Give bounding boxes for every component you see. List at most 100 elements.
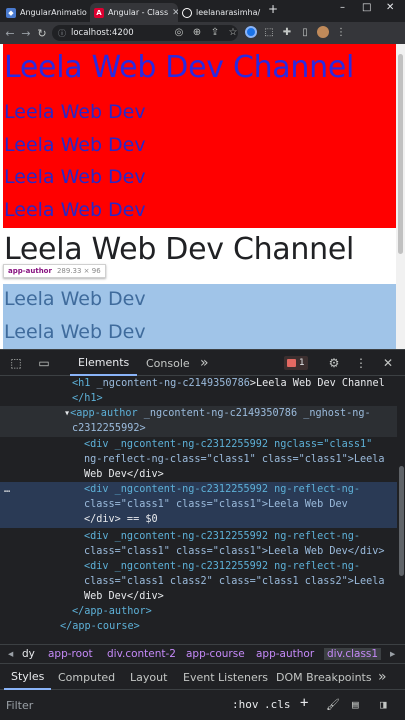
tab-computed[interactable]: Computed: [58, 664, 115, 690]
breadcrumb-app-course[interactable]: app-course: [186, 648, 245, 660]
breadcrumb-div-class1[interactable]: div.class1: [324, 648, 382, 660]
error-badge[interactable]: 1: [284, 356, 308, 370]
dom-node-div-1-l3[interactable]: Web Dev</div>: [84, 467, 164, 482]
paint-brush-icon[interactable]: 🖌: [326, 698, 340, 711]
filter-input[interactable]: Filter: [6, 697, 196, 714]
tooltip-element-name: app-author: [8, 267, 52, 275]
author-line-1: Leela Web Dev: [4, 288, 146, 310]
tab-event-listeners[interactable]: Event Listeners: [183, 664, 268, 690]
tab-angular-class[interactable]: A Angular - Class ✕: [90, 3, 178, 22]
reload-button[interactable]: ↻: [34, 27, 50, 40]
devtools-panel: ⬚ ▭ Elements Console » 1 ⚙ ⋮ ✕ <h1 _ngco…: [0, 349, 405, 720]
dom-scrollbar[interactable]: [397, 376, 405, 644]
github-favicon-icon: [182, 7, 192, 18]
more-tabs-button[interactable]: »: [200, 350, 209, 376]
more-subtabs-button[interactable]: »: [378, 664, 387, 690]
back-button[interactable]: ←: [2, 27, 18, 40]
close-window-button[interactable]: ✕: [386, 2, 394, 13]
tab-console[interactable]: Console: [146, 350, 190, 376]
row-ellipsis[interactable]: …: [4, 482, 10, 497]
breadcrumb-scroll-left-icon[interactable]: ◂: [8, 648, 13, 660]
dom-node-div-4[interactable]: <div _ngcontent-ng-c2312255992 ng-reflec…: [84, 559, 360, 574]
dom-tree: <h1 _ngcontent-ng-c2149350786>Leela Web …: [0, 376, 405, 644]
dom-node-div-4-l3[interactable]: Web Dev</div>: [84, 589, 164, 604]
tab-dom-breakpoints[interactable]: DOM Breakpoints: [276, 664, 372, 690]
tab-angular-animation[interactable]: ◆ AngularAnimatio ✕: [2, 3, 90, 22]
breadcrumb-scroll-right-icon[interactable]: ▸: [390, 648, 395, 660]
menu-kebab-icon[interactable]: ⋮: [334, 25, 348, 39]
zoom-icon[interactable]: ⊕: [190, 25, 204, 39]
inspect-element-icon[interactable]: ⬚: [8, 355, 24, 371]
devtools-menu-icon[interactable]: ⋮: [353, 355, 369, 371]
dom-node-h1[interactable]: <h1 _ngcontent-ng-c2149350786>Leela Web …: [72, 376, 385, 391]
close-devtools-icon[interactable]: ✕: [380, 355, 396, 371]
dom-node-div-2-selected[interactable]: <div _ngcontent-ng-c2312255992 ng-reflec…: [84, 482, 360, 497]
extension-blue-icon[interactable]: [244, 25, 258, 39]
error-count: 1: [299, 358, 305, 368]
dom-node-app-author-cont[interactable]: c2312255992>: [72, 421, 146, 436]
error-icon: [287, 359, 296, 367]
tab-label: AngularAnimatio: [20, 8, 87, 17]
forward-button[interactable]: →: [18, 27, 34, 40]
maximize-button[interactable]: □: [362, 2, 371, 13]
red-line-2: Leela Web Dev: [4, 134, 146, 156]
toggle-sidebar-icon[interactable]: ◨: [380, 698, 387, 711]
tab-styles[interactable]: Styles: [4, 664, 52, 690]
dom-node-div-3[interactable]: <div _ngcontent-ng-c2312255992 ng-reflec…: [84, 529, 360, 544]
angular-favicon-icon: A: [94, 7, 104, 18]
dom-node-app-author[interactable]: ▾<app-author _ngcontent-ng-c2149350786 _…: [64, 406, 371, 421]
url-text: localhost:4200: [71, 28, 134, 38]
dom-node-app-author-close[interactable]: </app-author>: [72, 604, 152, 619]
dom-node-div-3-l2[interactable]: class="class1" class="class1">Leela Web …: [84, 544, 385, 559]
tooltip-dimensions: 289.33 × 96: [56, 267, 101, 275]
bookmark-star-icon[interactable]: ☆: [226, 25, 240, 39]
breadcrumb-div-content-2[interactable]: div.content-2: [107, 648, 176, 660]
device-toolbar-icon[interactable]: ▭: [36, 355, 52, 371]
profile-avatar[interactable]: [316, 25, 330, 39]
page-viewport: Leela Web Dev Channel Leela Web Dev Leel…: [0, 44, 396, 349]
google-lens-icon[interactable]: ◎: [172, 25, 186, 39]
tab-label: leelanarasimha/: [196, 8, 261, 17]
minimize-button[interactable]: –: [340, 2, 345, 13]
hov-toggle[interactable]: :hov: [232, 698, 259, 711]
dom-node-div-1-l2[interactable]: ng-reflect-ng-class="class1" class="clas…: [84, 452, 385, 467]
dom-node-div-1[interactable]: <div _ngcontent-ng-c2312255992 ngclass="…: [84, 437, 372, 452]
sidepanel-icon[interactable]: ▯: [298, 25, 312, 39]
cls-toggle[interactable]: .cls: [264, 698, 291, 711]
breadcrumb-app-author[interactable]: app-author: [256, 648, 314, 660]
extension-icon[interactable]: ⬚: [262, 25, 276, 39]
devtools-tabbar: ⬚ ▭ Elements Console » 1 ⚙ ⋮ ✕: [0, 350, 405, 376]
breadcrumb: ◂ dy app-root div.content-2 app-course a…: [0, 644, 405, 664]
dom-node-div-4-l2[interactable]: class="class1 class2" class="class1 clas…: [84, 574, 385, 589]
black-heading: Leela Web Dev Channel: [4, 232, 355, 267]
inspect-tooltip: app-author 289.33 × 96: [3, 264, 106, 278]
new-tab-button[interactable]: +: [268, 2, 278, 16]
breadcrumb-app-root[interactable]: app-root: [48, 648, 93, 660]
page-scrollbar[interactable]: [396, 44, 405, 349]
puzzle-icon[interactable]: ✚: [280, 25, 294, 39]
breadcrumb-body[interactable]: dy: [22, 648, 35, 660]
tab-layout[interactable]: Layout: [130, 664, 167, 690]
red-line-3: Leela Web Dev: [4, 166, 146, 188]
dom-node-div-2-l2[interactable]: class="class1" class="class1">Leela Web …: [84, 497, 348, 512]
computed-styles-icon[interactable]: ▤: [352, 698, 359, 711]
tab-github[interactable]: leelanarasimha/ ✕: [178, 3, 264, 22]
share-icon[interactable]: ⇪: [208, 25, 222, 39]
info-icon[interactable]: ⓘ: [58, 28, 66, 39]
browser-toolbar: ← → ↻ ⓘ localhost:4200 ◎ ⊕ ⇪ ☆ ⬚ ✚ ▯ ⋮: [0, 22, 405, 44]
dom-node-app-course-close[interactable]: </app-course>: [60, 619, 140, 634]
red-line-1: Leela Web Dev: [4, 101, 146, 123]
tab-elements[interactable]: Elements: [70, 350, 138, 376]
styles-subtabs: Styles Computed Layout Event Listeners D…: [0, 664, 405, 690]
toolbar-icons: ◎ ⊕ ⇪ ☆ ⬚ ✚ ▯ ⋮: [172, 25, 348, 39]
settings-gear-icon[interactable]: ⚙: [326, 355, 342, 371]
styles-filter-bar: Filter :hov .cls + 🖌 ▤ ◨: [0, 690, 405, 720]
tab-label: Angular - Class: [108, 8, 169, 17]
dom-node-div-2-l3[interactable]: </div> == $0: [84, 512, 158, 527]
red-line-4: Leela Web Dev: [4, 199, 146, 221]
red-heading: Leela Web Dev Channel: [4, 50, 355, 85]
dom-node-h1-close[interactable]: </h1>: [72, 391, 103, 406]
angular-favicon-icon: ◆: [6, 7, 16, 18]
author-line-2: Leela Web Dev: [4, 321, 146, 343]
new-style-rule-button[interactable]: +: [300, 695, 308, 711]
